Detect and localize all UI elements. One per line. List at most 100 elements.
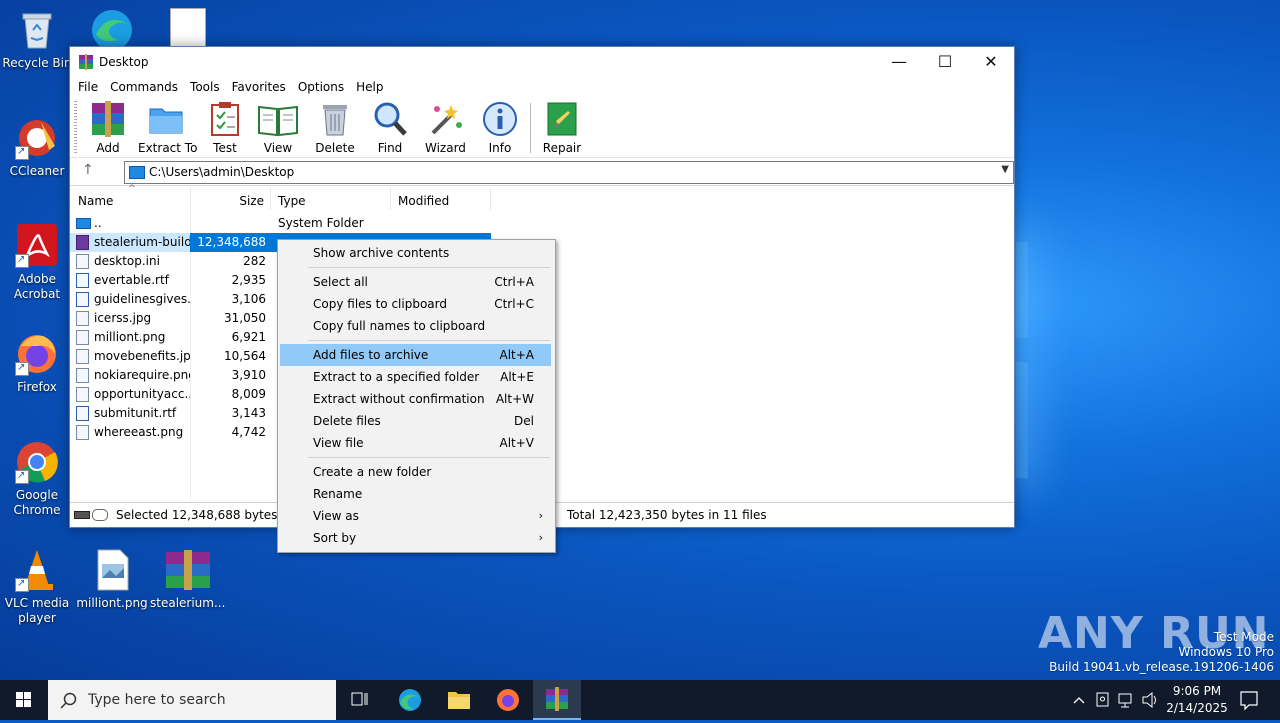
maximize-button[interactable]: ☐ (922, 47, 968, 77)
add-button[interactable]: Add (88, 101, 128, 157)
find-button[interactable]: Find (370, 101, 410, 157)
file-row-parent[interactable]: .. System Folder (70, 214, 1014, 233)
windows-logo-beam (1016, 241, 1028, 339)
rtf-document-icon (76, 406, 89, 421)
search-icon (60, 692, 77, 709)
chevron-down-icon[interactable]: ▼ (1001, 164, 1009, 175)
toolbar-grip[interactable] (74, 101, 77, 153)
column-modified[interactable]: Modified (391, 188, 491, 210)
tray-volume[interactable] (1140, 680, 1160, 720)
file-name: milliont.png (94, 330, 166, 344)
edge-desktop-icon[interactable] (88, 6, 138, 50)
toolbar-separator (530, 103, 531, 153)
notification-icon (1240, 691, 1258, 711)
desktop-icon-vlc[interactable]: VLC media player (1, 548, 73, 626)
desktop-icon-google-chrome[interactable]: Google Chrome (1, 440, 73, 518)
watermark-build: Build 19041.vb_release.191206-1406 (1049, 660, 1274, 674)
desktop-icon-milliont[interactable]: milliont.png (76, 548, 148, 611)
up-arrow-icon[interactable]: ↑ (82, 162, 94, 178)
info-button[interactable]: Info (480, 101, 520, 157)
menu-item-view-as[interactable]: View as › (280, 505, 551, 527)
speaker-icon (1142, 691, 1156, 709)
menu-commands[interactable]: Commands (104, 77, 184, 97)
menu-item-show-archive-contents[interactable]: Show archive contents (280, 242, 551, 264)
menu-item-create-folder[interactable]: Create a new folder (280, 461, 551, 483)
address-bar[interactable]: C:\Users\admin\Desktop ▼ (124, 161, 1014, 184)
parent-folder-icon (76, 218, 91, 229)
taskbar-edge[interactable] (386, 680, 434, 720)
wizard-wand-icon (427, 101, 463, 137)
menu-item-label: Rename (313, 487, 363, 501)
extract-to-label: Extract To (138, 141, 198, 155)
taskbar-file-explorer[interactable] (435, 680, 483, 720)
ccleaner-icon (15, 116, 59, 160)
extract-to-button[interactable]: Extract To (138, 101, 198, 157)
column-type[interactable]: Type (271, 188, 391, 210)
file-size: 3,143 (231, 406, 266, 420)
desktop-icon-firefox[interactable]: Firefox (1, 332, 73, 395)
file-name: submitunit.rtf (94, 406, 177, 420)
info-icon (482, 101, 518, 137)
view-button[interactable]: View (256, 101, 300, 157)
notifications-button[interactable] (1232, 680, 1266, 720)
taskbar-winrar-active[interactable] (533, 680, 581, 720)
close-button[interactable]: ✕ (968, 47, 1014, 77)
shortcut-arrow-icon (15, 144, 29, 160)
file-size: 8,009 (231, 387, 266, 401)
desktop-icon-adobe-acrobat[interactable]: Adobe Acrobat (1, 224, 73, 302)
watermark-test-mode: Test Mode (1213, 630, 1274, 644)
menu-item-copy-full-names[interactable]: Copy full names to clipboard (280, 315, 551, 337)
repair-label: Repair (542, 141, 582, 155)
tray-device[interactable] (1093, 680, 1113, 720)
menu-item-extract-without-confirmation[interactable]: Extract without confirmation Alt+W (280, 388, 551, 410)
menu-item-select-all[interactable]: Select all Ctrl+A (280, 271, 551, 293)
menu-help[interactable]: Help (350, 77, 389, 97)
menu-item-copy-files[interactable]: Copy files to clipboard Ctrl+C (280, 293, 551, 315)
minimize-button[interactable]: — (876, 47, 922, 77)
vlc-cone-icon (15, 548, 59, 592)
menu-favorites[interactable]: Favorites (226, 77, 292, 97)
image-file-desktop-icon[interactable] (170, 8, 206, 48)
shortcut-arrow-icon (15, 252, 29, 268)
file-size: 282 (243, 254, 266, 268)
wizard-button[interactable]: Wizard (425, 101, 466, 157)
chrome-icon (15, 440, 59, 484)
firefox-icon (15, 332, 59, 376)
menu-item-view-file[interactable]: View file Alt+V (280, 432, 551, 454)
show-hidden-icons-button[interactable] (1070, 680, 1088, 720)
start-button[interactable] (0, 680, 48, 720)
desktop-icon-ccleaner[interactable]: CCleaner (1, 116, 73, 179)
taskbar-clock[interactable]: 9:06 PM 2/14/2025 (1162, 683, 1232, 717)
menu-item-delete-files[interactable]: Delete files Del (280, 410, 551, 432)
taskbar-search[interactable]: Type here to search (48, 680, 336, 720)
test-checklist-icon (207, 101, 243, 137)
menu-item-add-files-to-archive[interactable]: Add files to archive Alt+A (280, 344, 551, 366)
desktop-icon-stealerium[interactable]: stealerium... (150, 548, 225, 611)
task-view-button[interactable] (336, 680, 384, 720)
find-label: Find (377, 141, 403, 155)
column-size-label: Size (239, 194, 264, 208)
delete-button[interactable]: Delete (315, 101, 355, 157)
chevron-up-icon (1073, 697, 1085, 704)
file-size: 2,935 (231, 273, 266, 287)
edge-icon (399, 689, 421, 711)
taskbar-firefox[interactable] (484, 680, 532, 720)
winrar-archive-icon (164, 548, 210, 592)
menu-item-rename[interactable]: Rename (280, 483, 551, 505)
repair-first-aid-icon (544, 101, 580, 137)
test-button[interactable]: Test (207, 101, 243, 157)
desktop-icon-label: Adobe Acrobat (13, 272, 61, 301)
menu-item-label: Create a new folder (313, 465, 432, 479)
tray-network[interactable] (1116, 680, 1138, 720)
menu-item-extract-to-folder[interactable]: Extract to a specified folder Alt+E (280, 366, 551, 388)
title-bar[interactable]: Desktop — ☐ ✕ (70, 47, 1014, 77)
menu-tools[interactable]: Tools (184, 77, 226, 97)
menu-file[interactable]: File (70, 77, 104, 97)
desktop-icon-label: VLC media player (4, 596, 70, 625)
menu-options[interactable]: Options (292, 77, 350, 97)
column-size[interactable]: Size (191, 188, 271, 210)
menu-item-sort-by[interactable]: Sort by › (280, 527, 551, 549)
desktop-icon-recycle-bin[interactable]: Recycle Bin (1, 8, 73, 71)
repair-button[interactable]: Repair (542, 101, 582, 157)
add-label: Add (96, 141, 120, 155)
